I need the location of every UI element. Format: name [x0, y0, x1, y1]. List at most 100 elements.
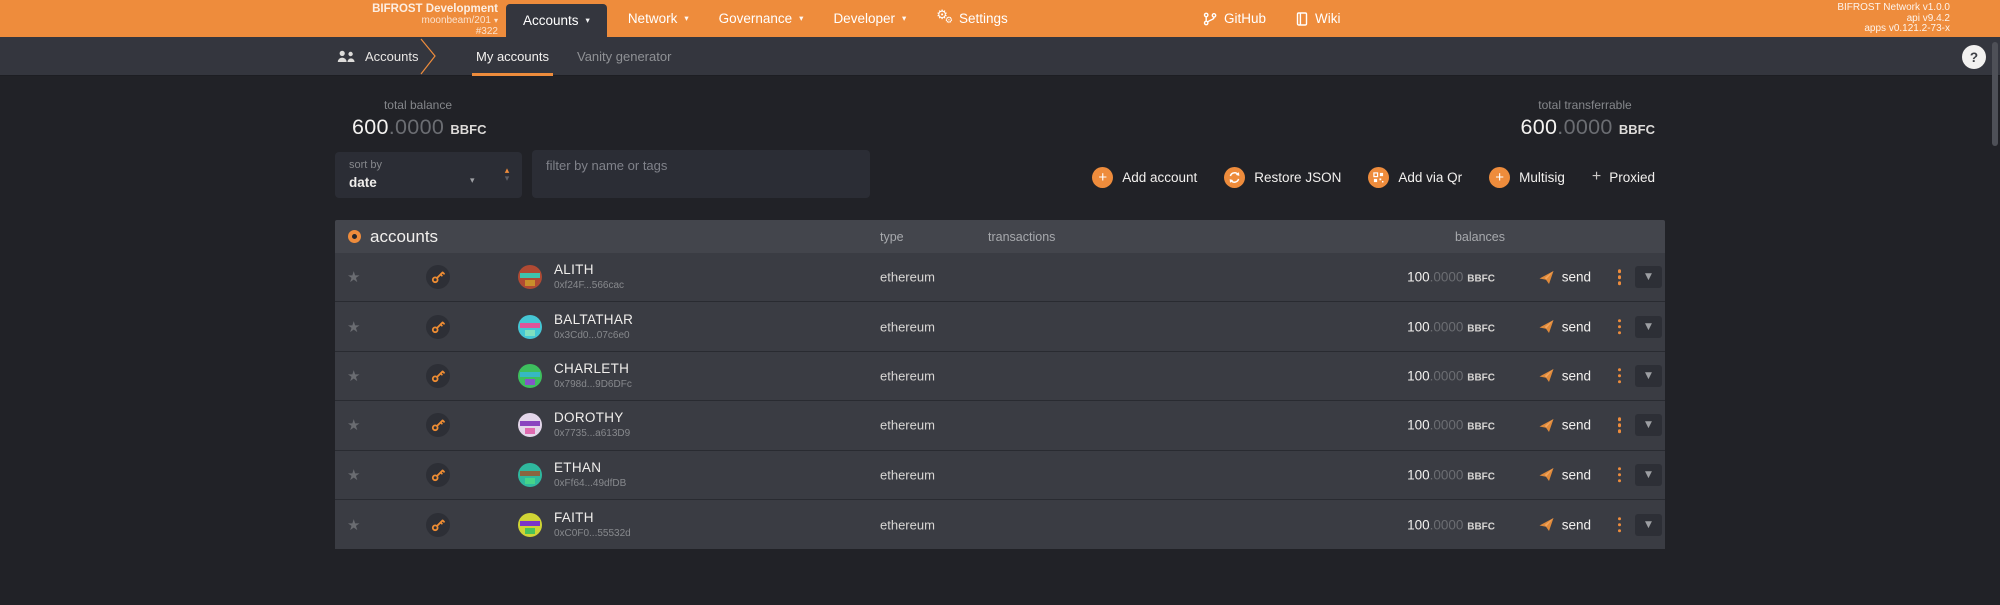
sort-dropdown[interactable]: sort by date ▾ ▴ ▾ — [335, 152, 522, 198]
dev-key-badge[interactable] — [426, 413, 450, 437]
send-button[interactable]: send — [1539, 368, 1591, 383]
account-identity[interactable]: ETHAN 0xFf64...49dfDB — [554, 461, 626, 489]
account-identity[interactable]: BALTATHAR 0x3Cd0...07c6e0 — [554, 313, 633, 341]
dev-key-badge[interactable] — [426, 513, 450, 537]
accounts-table: accounts type transactions balances ★ AL… — [335, 220, 1665, 549]
chain-selector[interactable]: BIFROST Development moonbeam/201▾ #322 — [300, 3, 498, 37]
account-address: 0x798d...9D6DFc — [554, 379, 632, 390]
account-avatar[interactable] — [518, 315, 542, 339]
expand-row-button[interactable]: ▼ — [1635, 316, 1662, 338]
more-menu-button[interactable] — [1614, 364, 1626, 388]
favorite-star-icon[interactable]: ★ — [347, 416, 360, 434]
total-balance-summary: total balance 600.0000 BBFC — [352, 98, 484, 140]
github-link[interactable]: GitHub — [1203, 11, 1266, 26]
total-transferrable-summary: total transferrable 600.0000 BBFC — [1515, 98, 1655, 140]
help-button[interactable]: ? — [1962, 45, 1986, 69]
favorite-star-icon[interactable]: ★ — [347, 367, 360, 385]
more-menu-button[interactable] — [1614, 315, 1626, 339]
table-header: accounts type transactions balances — [335, 220, 1665, 253]
chain-title: BIFROST Development — [300, 3, 498, 15]
expand-row-button[interactable]: ▼ — [1635, 365, 1662, 387]
send-label: send — [1562, 368, 1591, 383]
dev-key-badge[interactable] — [426, 364, 450, 388]
expand-row-button[interactable]: ▼ — [1635, 514, 1662, 536]
favorite-star-icon[interactable]: ★ — [347, 516, 360, 534]
nav-item-developer[interactable]: Developer ▾ — [818, 0, 921, 37]
dev-key-badge[interactable] — [426, 463, 450, 487]
book-icon — [1296, 12, 1308, 26]
app-root: { "colors": { "accent": "#ee8c3c", "head… — [0, 0, 2000, 605]
account-name: DOROTHY — [554, 411, 630, 425]
more-menu-button[interactable] — [1614, 414, 1626, 438]
sort-desc-icon: ▾ — [505, 175, 510, 183]
account-identity[interactable]: FAITH 0xC0F0...55532d — [554, 511, 631, 539]
send-label: send — [1562, 517, 1591, 532]
column-header-transactions: transactions — [988, 230, 1055, 244]
proxied-button[interactable]: + Proxied — [1592, 168, 1655, 186]
chevron-down-icon: ▾ — [684, 14, 688, 24]
wiki-link[interactable]: Wiki — [1296, 11, 1341, 26]
scrollbar-thumb[interactable] — [1992, 42, 1998, 146]
total-balance-value: 600.0000 BBFC — [352, 115, 484, 140]
favorite-star-icon[interactable]: ★ — [347, 466, 360, 484]
expand-row-button[interactable]: ▼ — [1635, 266, 1662, 288]
table-title: accounts — [348, 227, 438, 247]
restore-json-button[interactable]: Restore JSON — [1224, 167, 1341, 188]
total-transferrable-label: total transferrable — [1515, 98, 1655, 112]
nav-item-settings[interactable]: ⚙⚙ Settings — [921, 0, 1023, 37]
key-icon — [431, 418, 445, 432]
nav-item-accounts[interactable]: Accounts ▾ — [506, 4, 607, 37]
account-type: ethereum — [880, 270, 935, 285]
nav-item-governance[interactable]: Governance ▾ — [704, 0, 819, 37]
account-avatar[interactable] — [518, 265, 542, 289]
key-icon — [431, 518, 445, 532]
more-menu-button[interactable] — [1614, 463, 1626, 487]
main-nav: Accounts ▾ Network ▾ Governance ▾ Develo… — [506, 0, 1023, 37]
expand-row-button[interactable]: ▼ — [1635, 464, 1662, 486]
account-identity[interactable]: DOROTHY 0x7735...a613D9 — [554, 411, 630, 439]
add-via-qr-button[interactable]: Add via Qr — [1368, 167, 1462, 188]
send-button[interactable]: send — [1539, 467, 1591, 482]
multisig-button[interactable]: + Multisig — [1489, 167, 1565, 188]
chevron-down-icon: ▾ — [470, 176, 475, 186]
dev-key-badge[interactable] — [426, 265, 450, 289]
expand-row-button[interactable]: ▼ — [1635, 414, 1662, 436]
tab-my-accounts[interactable]: My accounts — [462, 37, 563, 76]
table-row: ★ ALITH 0xf24F...566cac ethereum 100.000… — [335, 253, 1665, 302]
account-avatar[interactable] — [518, 463, 542, 487]
breadcrumb: Accounts — [337, 37, 418, 76]
sort-direction-toggle[interactable]: ▴ ▾ — [492, 152, 522, 198]
total-transferrable-value: 600.0000 BBFC — [1515, 115, 1655, 140]
filter-input[interactable] — [532, 150, 870, 198]
account-avatar[interactable] — [518, 413, 542, 437]
more-menu-button[interactable] — [1614, 513, 1626, 537]
paper-plane-icon — [1539, 468, 1554, 482]
send-button[interactable]: send — [1539, 270, 1591, 285]
version-info: BIFROST Network v1.0.0 api v9.4.2 apps v… — [1837, 3, 1950, 35]
tab-vanity-generator[interactable]: Vanity generator — [563, 37, 685, 76]
send-label: send — [1562, 270, 1591, 285]
account-identity[interactable]: CHARLETH 0x798d...9D6DFc — [554, 362, 632, 390]
account-balance: 100.0000 BBFC — [1407, 319, 1495, 334]
nav-item-network[interactable]: Network ▾ — [613, 0, 704, 37]
account-identity[interactable]: ALITH 0xf24F...566cac — [554, 263, 624, 291]
send-button[interactable]: send — [1539, 517, 1591, 532]
account-address: 0xf24F...566cac — [554, 280, 624, 291]
table-row: ★ DOROTHY 0x7735...a613D9 ethereum 100.0… — [335, 401, 1665, 450]
sort-value: date — [349, 175, 377, 190]
account-balance: 100.0000 BBFC — [1407, 270, 1495, 285]
favorite-star-icon[interactable]: ★ — [347, 318, 360, 336]
apps-version: apps v0.121.2-73-x — [1837, 24, 1950, 35]
total-balance-label: total balance — [352, 98, 484, 112]
table-row: ★ CHARLETH 0x798d...9D6DFc ethereum 100.… — [335, 352, 1665, 401]
account-avatar[interactable] — [518, 513, 542, 537]
sort-label: sort by — [349, 159, 382, 171]
dev-key-badge[interactable] — [426, 315, 450, 339]
git-branch-icon — [1203, 12, 1217, 26]
more-menu-button[interactable] — [1614, 265, 1626, 289]
send-button[interactable]: send — [1539, 418, 1591, 433]
account-avatar[interactable] — [518, 364, 542, 388]
send-button[interactable]: send — [1539, 319, 1591, 334]
favorite-star-icon[interactable]: ★ — [347, 268, 360, 286]
add-account-button[interactable]: + Add account — [1092, 167, 1197, 188]
